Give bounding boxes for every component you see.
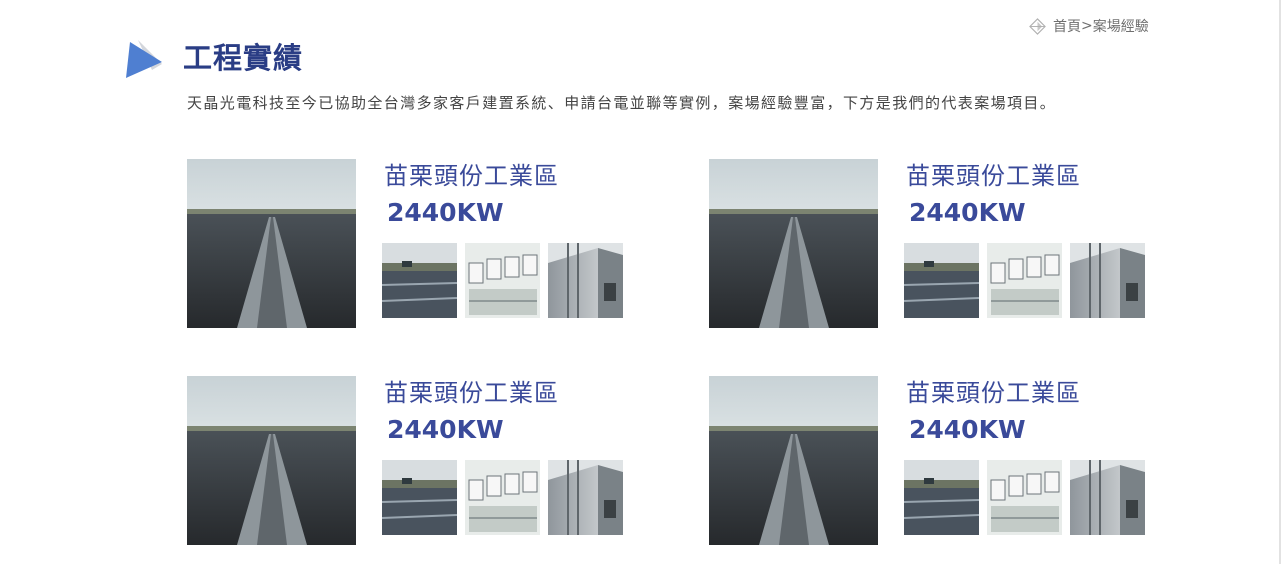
page-title: 工程實績 — [183, 41, 304, 75]
thumbnail-solar-panel-photo[interactable] — [382, 243, 457, 318]
thumbnail-ladder-building-photo[interactable] — [1070, 460, 1145, 535]
project-card: 苗栗頭份工業區 2440KW — [709, 376, 1169, 546]
main-project-photo[interactable] — [187, 159, 356, 328]
project-capacity: 2440KW — [387, 198, 504, 227]
thumbnail-inverter-cabinets-photo[interactable] — [465, 243, 540, 318]
thumbnail-solar-panel-photo[interactable] — [904, 460, 979, 535]
main-project-photo[interactable] — [187, 376, 356, 545]
thumbnail-inverter-cabinets-photo[interactable] — [987, 460, 1062, 535]
main-project-photo[interactable] — [709, 376, 878, 545]
project-capacity: 2440KW — [909, 198, 1026, 227]
main-project-photo[interactable] — [709, 159, 878, 328]
thumbnail-solar-panel-photo[interactable] — [904, 243, 979, 318]
project-card: 苗栗頭份工業區 2440KW — [709, 159, 1169, 329]
intro-text: 天晶光電科技至今已協助全台灣多家客戶建置系統、申請台電並聯等實例，案場經驗豐富，… — [187, 94, 1057, 112]
thumbnail-inverter-cabinets-photo[interactable] — [987, 243, 1062, 318]
project-site-name: 苗栗頭份工業區 — [906, 162, 1081, 190]
breadcrumb-separator: > — [1081, 18, 1093, 34]
thumbnail-ladder-building-photo[interactable] — [548, 460, 623, 535]
breadcrumb: 首頁 > 案場經驗 — [1029, 16, 1149, 36]
project-site-name: 苗栗頭份工業區 — [906, 379, 1081, 407]
triangle-title-icon — [126, 40, 162, 78]
diamond-home-icon — [1029, 17, 1046, 35]
thumbnail-ladder-building-photo[interactable] — [1070, 243, 1145, 318]
thumbnail-solar-panel-photo[interactable] — [382, 460, 457, 535]
project-card: 苗栗頭份工業區 2440KW — [187, 159, 647, 329]
project-capacity: 2440KW — [387, 415, 504, 444]
project-capacity: 2440KW — [909, 415, 1026, 444]
thumbnail-ladder-building-photo[interactable] — [548, 243, 623, 318]
project-card: 苗栗頭份工業區 2440KW — [187, 376, 647, 546]
breadcrumb-current: 案場經驗 — [1092, 19, 1149, 35]
breadcrumb-home-link[interactable]: 首頁 — [1053, 16, 1081, 36]
project-site-name: 苗栗頭份工業區 — [384, 162, 559, 190]
thumbnail-inverter-cabinets-photo[interactable] — [465, 460, 540, 535]
project-site-name: 苗栗頭份工業區 — [384, 379, 559, 407]
